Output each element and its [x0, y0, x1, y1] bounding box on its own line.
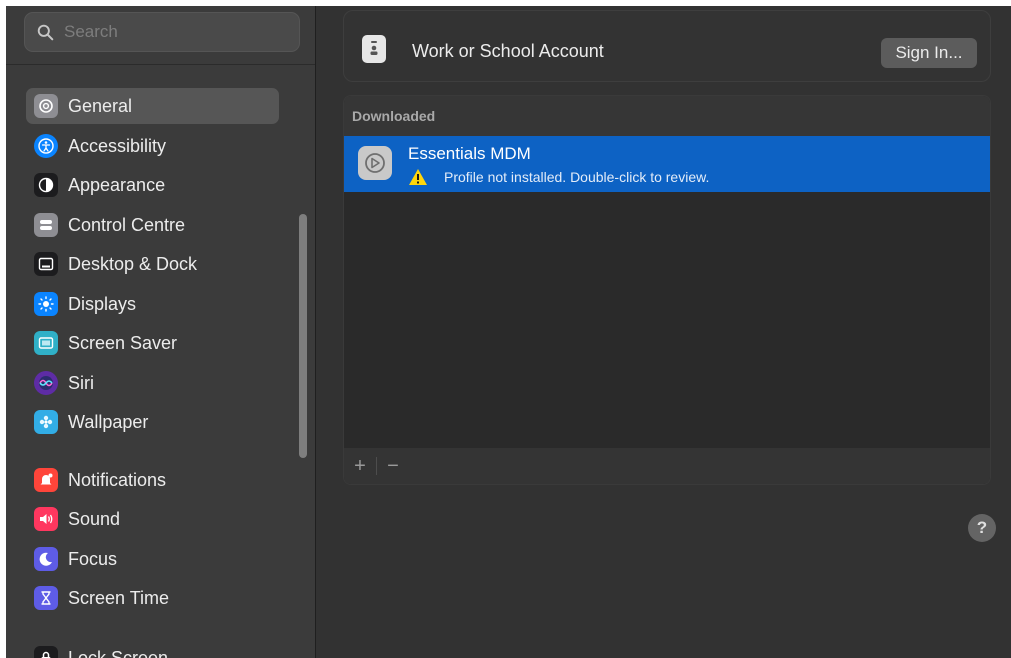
- displays-icon: [34, 292, 58, 316]
- main-panel: Work or School Account Sign In... Downlo…: [316, 6, 1011, 658]
- work-school-account-row: Work or School Account Sign In...: [343, 10, 991, 82]
- sidebar-divider: [6, 64, 315, 65]
- notifications-icon: [34, 468, 58, 492]
- sidebar-item-focus[interactable]: Focus: [26, 541, 279, 577]
- screen-time-icon: [34, 586, 58, 610]
- search-icon: [37, 24, 54, 40]
- lock-icon: [34, 646, 58, 658]
- profile-row[interactable]: Essentials MDM Profile not installed. Do…: [344, 136, 990, 192]
- sidebar-item-lock-screen[interactable]: Lock Screen: [26, 640, 279, 658]
- sidebar-item-label: Wallpaper: [68, 411, 149, 432]
- sidebar-item-siri[interactable]: Siri: [26, 365, 279, 401]
- sidebar-item-desktop-dock[interactable]: Desktop & Dock: [26, 246, 279, 282]
- wallpaper-icon: [34, 410, 58, 434]
- sidebar-item-label: Sound: [68, 508, 121, 529]
- sidebar-item-label: Notifications: [68, 469, 167, 490]
- sidebar-item-sound[interactable]: Sound: [26, 501, 279, 537]
- profile-status-text: Profile not installed. Double-click to r…: [444, 169, 710, 185]
- id-badge-icon: [362, 35, 386, 63]
- control-centre-icon: [34, 213, 58, 237]
- sidebar-item-wallpaper[interactable]: Wallpaper: [26, 404, 279, 440]
- sidebar-item-displays[interactable]: Displays: [26, 286, 279, 322]
- profiles-section-header: Downloaded: [344, 96, 990, 136]
- sidebar-item-label: Focus: [68, 548, 118, 569]
- profiles-footer: + −: [344, 448, 990, 484]
- accessibility-icon: [34, 134, 58, 158]
- sidebar-item-label: Control Centre: [68, 214, 186, 235]
- help-button[interactable]: ?: [968, 514, 996, 542]
- sidebar-item-appearance[interactable]: Appearance: [26, 167, 279, 203]
- desktop-dock-icon: [34, 252, 58, 276]
- profile-name: Essentials MDM: [408, 144, 531, 163]
- profile-status: Profile not installed. Double-click to r…: [408, 168, 709, 186]
- sidebar-item-label: Displays: [68, 293, 137, 314]
- profile-gear-icon: [358, 146, 392, 180]
- gear-icon: [34, 94, 58, 118]
- sidebar-item-label: Screen Time: [68, 587, 170, 608]
- sign-in-button[interactable]: Sign In...: [881, 38, 977, 68]
- sidebar-item-notifications[interactable]: Notifications: [26, 462, 279, 498]
- screen-saver-icon: [34, 331, 58, 355]
- sidebar-item-screen-saver[interactable]: Screen Saver: [26, 325, 279, 361]
- sidebar-item-label: Desktop & Dock: [68, 253, 198, 274]
- appearance-icon: [34, 173, 58, 197]
- sidebar-item-control-centre[interactable]: Control Centre: [26, 207, 279, 243]
- system-settings-window: General Accessibility Appearance Control…: [6, 6, 1011, 658]
- sidebar-item-label: General: [68, 95, 133, 116]
- siri-icon: [34, 371, 58, 395]
- sidebar-scrollbar[interactable]: [299, 214, 307, 458]
- warning-icon: [409, 169, 427, 185]
- sidebar-item-label: Appearance: [68, 174, 166, 195]
- remove-profile-button[interactable]: −: [377, 452, 409, 480]
- search-field[interactable]: [24, 12, 300, 52]
- sidebar-item-label: Siri: [68, 372, 94, 393]
- sidebar-item-label: Lock Screen: [68, 647, 169, 658]
- search-input[interactable]: [62, 21, 286, 43]
- add-profile-button[interactable]: +: [344, 452, 376, 480]
- sidebar-item-label: Screen Saver: [68, 332, 178, 353]
- focus-icon: [34, 547, 58, 571]
- sidebar-item-accessibility[interactable]: Accessibility: [26, 128, 279, 164]
- sidebar-item-general[interactable]: General: [26, 88, 279, 124]
- sidebar-item-label: Accessibility: [68, 135, 167, 156]
- sound-icon: [34, 507, 58, 531]
- sidebar: General Accessibility Appearance Control…: [6, 6, 316, 658]
- sidebar-item-screen-time[interactable]: Screen Time: [26, 580, 279, 616]
- profiles-list: Downloaded Essentials MDM Profile not in…: [343, 95, 991, 485]
- account-title: Work or School Account: [412, 41, 604, 61]
